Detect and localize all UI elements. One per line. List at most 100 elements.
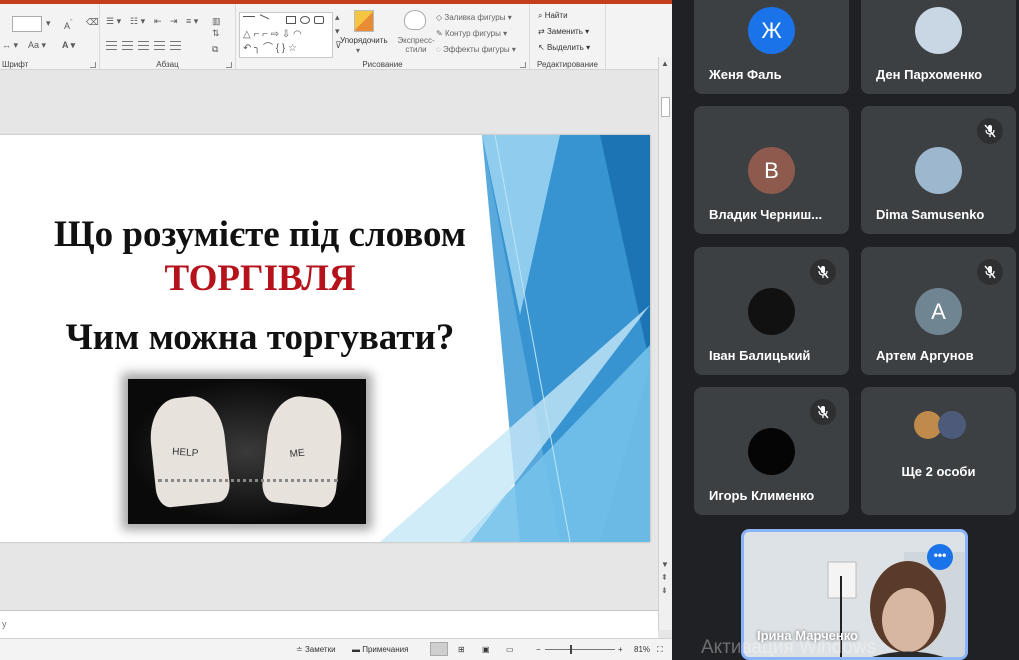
gallery-scroll-down-icon[interactable]: ▾ <box>335 26 340 37</box>
font-size-dropdown-icon[interactable]: ▾ <box>46 18 51 29</box>
ribbon: ▾ Aˆ ⌫ ↔ ▾ Aa ▾ A ▾ Шрифт ☰ ▾ ☷ ▾ ⇤ ⇥ ≡ … <box>0 0 672 70</box>
notes-toggle-button[interactable]: ≐ Заметки <box>296 645 336 654</box>
normal-view-icon[interactable] <box>430 642 448 656</box>
zoom-level[interactable]: 81% <box>634 645 650 654</box>
decrease-indent-icon[interactable]: ⇤ <box>154 16 162 27</box>
mic-off-icon <box>977 259 1003 285</box>
align-center-icon[interactable] <box>122 40 133 51</box>
fit-slide-icon[interactable]: ⛶ <box>657 645 663 655</box>
brace-shape-icon[interactable]: ↶ ╮ ⌒ { } ☆ <box>243 43 297 54</box>
participant-tile[interactable]: В Владик Черниш... <box>694 106 849 234</box>
slide-title-line-1[interactable]: Що розумієте під словом <box>0 213 520 256</box>
gallery-scroll-up-icon[interactable]: ▴ <box>335 12 340 23</box>
diagonal-line-icon[interactable] <box>256 14 270 26</box>
handcuffs-chain <box>158 479 338 491</box>
arrange-icon <box>354 10 374 32</box>
slide-title-line-2[interactable]: ТОРГІВЛЯ <box>0 257 520 300</box>
participant-tile[interactable]: Ще 2 особи <box>861 387 1016 515</box>
line-shape-icon[interactable] <box>243 16 255 24</box>
participant-name: Ще 2 особи <box>901 464 976 479</box>
bullets-icon[interactable]: ☰ ▾ <box>106 16 121 27</box>
participant-avatar <box>915 147 962 194</box>
smartart-icon[interactable]: ⧉ <box>212 44 218 55</box>
rectangle-shape-icon[interactable] <box>286 16 296 24</box>
self-view-more-button[interactable]: ••• <box>927 544 953 570</box>
participant-tile[interactable]: Іван Балицький <box>694 247 849 375</box>
notes-text: у <box>2 619 7 629</box>
zoom-slider-thumb[interactable] <box>570 645 572 654</box>
scroll-thumb[interactable] <box>661 97 670 117</box>
status-bar: ≐ Заметки ▬ Примечания ⊞ ▣ ▭ − + 81% ⛶ <box>0 638 672 660</box>
change-case-label: Aa <box>28 40 40 50</box>
justify-icon[interactable] <box>154 40 165 51</box>
participant-tile[interactable]: Ден Пархоменко <box>861 0 1016 94</box>
scroll-down-icon[interactable]: ▼ <box>661 560 669 569</box>
slide-title-line-3[interactable]: Чим можна торгувати? <box>0 316 520 359</box>
participant-tile[interactable]: Игорь Клименко <box>694 387 849 515</box>
triangle-shape-icon[interactable]: △ ⌐ ⌐ ⇨ ⇩ ◠ <box>243 29 302 40</box>
shapes-gallery[interactable]: △ ⌐ ⌐ ⇨ ⇩ ◠ ↶ ╮ ⌒ { } ☆ <box>239 12 333 58</box>
font-group-label: Шрифт <box>2 60 29 69</box>
windows-activation-watermark: Активация Windows <box>701 637 877 658</box>
participant-avatar: В <box>748 147 795 194</box>
replace-button[interactable]: ⇄ Заменить ▾ <box>538 27 589 36</box>
drawing-dialog-launcher[interactable] <box>520 62 526 68</box>
hand-text-me: ME <box>289 447 306 461</box>
reading-view-icon[interactable]: ▣ <box>482 645 490 654</box>
vertical-scrollbar[interactable]: ▲ ▼ ⇞ ⇟ <box>658 57 672 630</box>
comments-toggle-button[interactable]: ▬ Примечания <box>352 645 408 654</box>
participant-tile[interactable]: Ж Женя Фаль <box>694 0 849 94</box>
quick-styles-button[interactable]: Экспресс-стили <box>394 36 438 54</box>
mic-off-icon <box>810 259 836 285</box>
zoom-slider[interactable] <box>545 649 615 650</box>
oval-shape-icon[interactable] <box>300 16 310 24</box>
participant-avatar <box>748 288 795 335</box>
notes-pane[interactable]: у <box>0 610 658 638</box>
participant-avatar: А <box>915 288 962 335</box>
slide: Що розумієте під словом ТОРГІВЛЯ Чим мож… <box>0 135 650 542</box>
select-label: Выделить <box>546 43 584 52</box>
numbering-icon[interactable]: ☷ ▾ <box>130 16 145 27</box>
change-case-button[interactable]: Aa ▾ <box>28 40 46 51</box>
font-color-button[interactable]: A ▾ <box>62 40 75 51</box>
align-right-icon[interactable] <box>138 40 149 51</box>
increase-indent-icon[interactable]: ⇥ <box>170 16 178 27</box>
columns-icon[interactable]: ▥ <box>212 16 221 27</box>
participant-name: Dima Samusenko <box>876 207 985 222</box>
grow-font-icon[interactable]: Aˆ <box>64 17 73 31</box>
drawing-group: △ ⌐ ⌐ ⇨ ⇩ ◠ ↶ ╮ ⌒ { } ☆ ▴ ▾ ⊽ Упорядочит… <box>236 4 530 70</box>
mic-off-icon <box>977 118 1003 144</box>
zoom-out-button[interactable]: − <box>536 645 541 654</box>
line-spacing-icon[interactable]: ≡ ▾ <box>186 16 198 27</box>
spacing-icon[interactable]: ↔ ▾ <box>2 40 18 51</box>
align-left-icon[interactable] <box>106 40 117 51</box>
participant-tile[interactable]: Dima Samusenko <box>861 106 1016 234</box>
shape-outline-button[interactable]: ✎ Контур фигуры ▾ <box>436 29 507 38</box>
participant-name: Іван Балицький <box>709 348 811 363</box>
slide-photo-hands[interactable]: HELP ME <box>128 379 366 524</box>
column-layout-icon[interactable] <box>170 40 181 51</box>
slideshow-icon[interactable]: ▭ <box>506 645 514 654</box>
arrange-dropdown-icon[interactable]: ▾ <box>356 46 360 55</box>
next-slide-icon[interactable]: ⇟ <box>661 586 668 595</box>
text-direction-icon[interactable]: ⇅ <box>212 28 220 39</box>
zoom-in-button[interactable]: + <box>618 645 623 654</box>
drawing-group-label: Рисование <box>362 60 403 69</box>
find-button[interactable]: ⌕ Найти <box>538 11 568 21</box>
font-size-box[interactable] <box>12 16 42 32</box>
rounded-rect-icon[interactable] <box>314 16 324 24</box>
participant-avatar: Ж <box>748 7 795 54</box>
arrange-button[interactable]: Упорядочить <box>340 36 388 45</box>
left-hand: HELP <box>146 393 232 509</box>
slide-sorter-icon[interactable]: ⊞ <box>458 645 465 654</box>
clear-format-icon[interactable]: ⌫ <box>86 17 99 28</box>
paragraph-dialog-launcher[interactable] <box>226 62 232 68</box>
shape-fill-button[interactable]: ◇ Заливка фигуры ▾ <box>436 13 512 22</box>
prev-slide-icon[interactable]: ⇞ <box>661 573 668 582</box>
participant-tile[interactable]: А Артем Аргунов <box>861 247 1016 375</box>
scroll-up-icon[interactable]: ▲ <box>661 59 669 68</box>
hand-text-help: HELP <box>171 446 199 460</box>
font-dialog-launcher[interactable] <box>90 62 96 68</box>
shape-effects-button[interactable]: ◌ Эффекты фигуры ▾ <box>436 45 516 54</box>
select-button[interactable]: ↖ Выделить ▾ <box>538 43 590 52</box>
